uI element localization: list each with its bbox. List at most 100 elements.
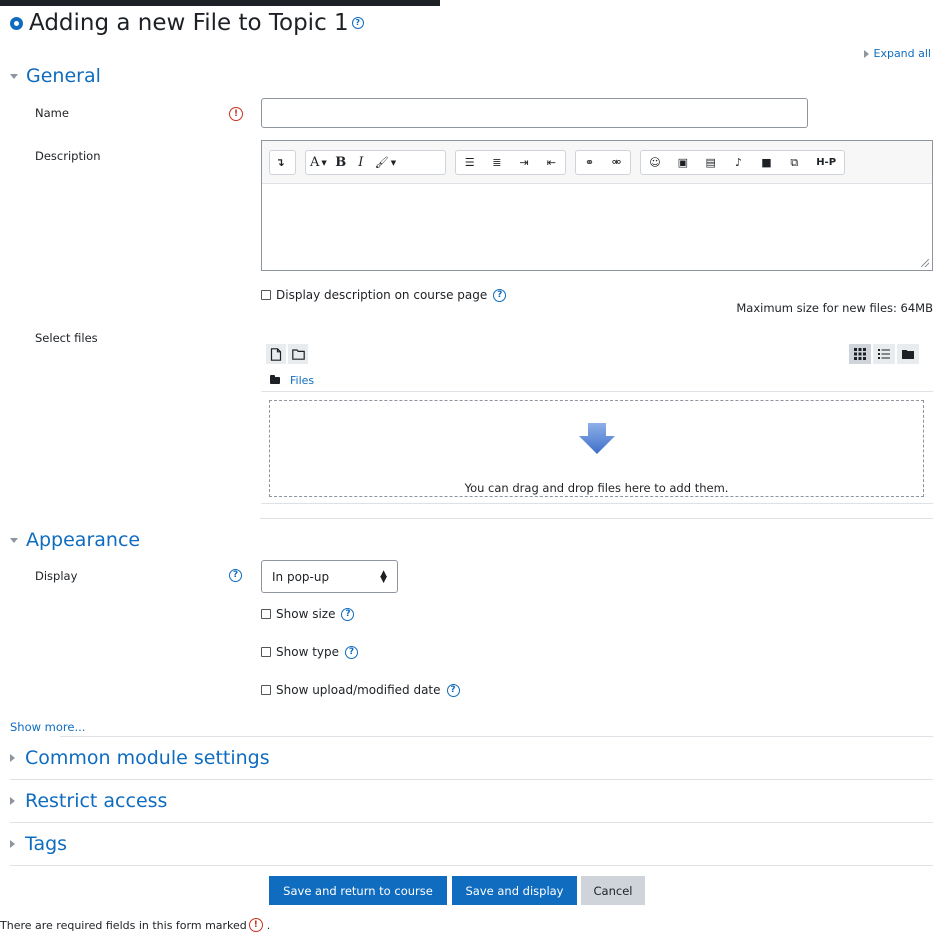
display-select[interactable]: In pop-up ▲ ▼: [261, 560, 398, 593]
divider: [260, 518, 933, 519]
microphone-icon[interactable]: ♪: [729, 151, 749, 174]
editor-group-4: ⚭ ⚮: [575, 150, 631, 175]
name-input[interactable]: [261, 98, 808, 128]
unlink-icon[interactable]: ⚮: [607, 151, 627, 174]
page-title-text: Adding a new File to Topic 1: [29, 10, 349, 36]
select-caret-icon: ▲ ▼: [380, 569, 387, 585]
font-size-label: A: [310, 155, 320, 170]
help-icon[interactable]: ?: [493, 288, 507, 302]
drop-instructions: You can drag and drop files here to add …: [464, 481, 729, 495]
folder-icon: [270, 375, 280, 384]
display-label: Display: [35, 569, 78, 583]
bold-button[interactable]: B: [331, 151, 351, 174]
description-textarea[interactable]: [262, 185, 932, 271]
select-files-label: Select files: [35, 331, 98, 345]
filepicker-path: Files: [270, 374, 314, 387]
section-appearance-title: Appearance: [26, 529, 141, 551]
file-dropzone[interactable]: You can drag and drop files here to add …: [269, 400, 924, 497]
show-more-link[interactable]: Show more...: [10, 720, 85, 734]
required-fields-note: There are required fields in this form m…: [0, 918, 270, 932]
editor-toolbar: ↴ A ▼ B I 🖌 ▼ ☰ ≣ ⇥ ⇤ ⚭ ⚮ ☺ ▣ ▤ ♪ ■ ⧉ H-P: [262, 141, 932, 184]
editor-group-5: ☺ ▣ ▤ ♪ ■ ⧉ H-P: [640, 150, 845, 175]
file-icon: [270, 347, 282, 361]
files-path-link[interactable]: Files: [290, 374, 314, 387]
collapse-triangle-icon: [10, 73, 18, 79]
divider: [60, 736, 933, 737]
font-size-button[interactable]: A ▼: [306, 151, 331, 174]
media-icon[interactable]: ▤: [701, 151, 721, 174]
section-appearance-toggle[interactable]: Appearance: [10, 529, 140, 551]
ordered-list-icon[interactable]: ≣: [487, 151, 507, 174]
show-size-checkbox[interactable]: [261, 609, 271, 619]
brush-icon: 🖌: [374, 156, 389, 169]
help-icon[interactable]: ?: [229, 569, 242, 582]
editor-group-1: ↴: [269, 150, 296, 175]
help-icon[interactable]: ?: [446, 683, 460, 697]
show-date-checkbox[interactable]: [261, 685, 271, 695]
display-select-value: In pop-up: [272, 569, 330, 584]
grid-view-icon: [854, 348, 866, 360]
max-size-text: Maximum size for new files: 64MB: [736, 301, 933, 315]
required-note-end: .: [266, 918, 271, 932]
file-module-icon: [10, 16, 23, 30]
page-title: Adding a new File to Topic 1 ?: [10, 10, 364, 36]
filepicker-area: You can drag and drop files here to add …: [261, 391, 933, 504]
outdent-icon[interactable]: ⇤: [541, 151, 561, 174]
expand-all-link[interactable]: Expand all: [863, 47, 932, 60]
display-description-row: Display description on course page ?: [261, 288, 507, 302]
list-view-icon: [878, 349, 890, 359]
show-type-label: Show type: [276, 645, 339, 659]
section-general-title: General: [26, 65, 101, 87]
editor-group-2: A ▼ B I 🖌 ▼: [305, 150, 446, 175]
manage-files-icon[interactable]: ⧉: [784, 151, 804, 174]
editor-group-3: ☰ ≣ ⇥ ⇤: [455, 150, 566, 175]
description-editor: ↴ A ▼ B I 🖌 ▼ ☰ ≣ ⇥ ⇤ ⚭ ⚮ ☺ ▣ ▤ ♪ ■ ⧉ H-P: [261, 140, 933, 271]
resize-handle-icon[interactable]: [921, 259, 929, 267]
dropdown-caret-icon: ▼: [390, 158, 397, 167]
image-icon[interactable]: ▣: [673, 151, 693, 174]
drop-arrow-icon: [579, 423, 615, 454]
required-note-text: There are required fields in this form m…: [0, 918, 247, 932]
view-icons-button[interactable]: [849, 344, 871, 364]
cancel-button[interactable]: Cancel: [581, 876, 645, 905]
show-size-row: Show size ?: [261, 607, 355, 621]
video-camera-icon[interactable]: ■: [756, 151, 776, 174]
view-tree-button[interactable]: [897, 344, 919, 364]
filepicker-toolbar: [261, 340, 933, 372]
save-return-button[interactable]: Save and return to course: [269, 876, 447, 905]
save-display-button[interactable]: Save and display: [452, 876, 577, 905]
help-icon[interactable]: ?: [345, 645, 358, 659]
show-type-checkbox[interactable]: [261, 647, 271, 657]
create-folder-button[interactable]: [288, 344, 308, 364]
view-list-button[interactable]: [873, 344, 895, 364]
help-icon[interactable]: ?: [351, 17, 364, 29]
italic-button[interactable]: I: [351, 151, 371, 174]
section-tags-title: Tags: [25, 833, 68, 855]
emoji-icon[interactable]: ☺: [645, 151, 665, 174]
indent-icon[interactable]: ⇥: [514, 151, 534, 174]
description-label: Description: [35, 149, 101, 163]
collapse-triangle-icon: [10, 537, 18, 543]
toggle-toolbar-icon[interactable]: ↴: [270, 151, 290, 174]
section-general-toggle[interactable]: General: [10, 65, 101, 87]
required-icon: !: [229, 107, 243, 121]
divider: [10, 779, 933, 780]
expand-all-text: Expand all: [873, 47, 932, 60]
dropdown-caret-icon: ▼: [321, 158, 327, 167]
section-restrict-access-toggle[interactable]: Restrict access: [10, 790, 167, 812]
name-label: Name: [35, 106, 69, 120]
divider: [10, 822, 933, 823]
section-common-module-toggle[interactable]: Common module settings: [10, 747, 270, 769]
divider: [10, 865, 933, 866]
add-file-button[interactable]: [266, 344, 286, 364]
h5p-icon[interactable]: H-P: [812, 151, 840, 174]
unordered-list-icon[interactable]: ☰: [460, 151, 480, 174]
text-color-button[interactable]: 🖌 ▼: [371, 151, 400, 174]
section-restrict-access-title: Restrict access: [25, 790, 168, 812]
section-tags-toggle[interactable]: Tags: [10, 833, 67, 855]
cropped-heading-remnant: [0, 0, 440, 6]
help-icon[interactable]: ?: [341, 607, 355, 621]
display-description-checkbox[interactable]: [261, 290, 271, 300]
link-icon[interactable]: ⚭: [580, 151, 600, 174]
expand-triangle-icon: [10, 754, 15, 762]
